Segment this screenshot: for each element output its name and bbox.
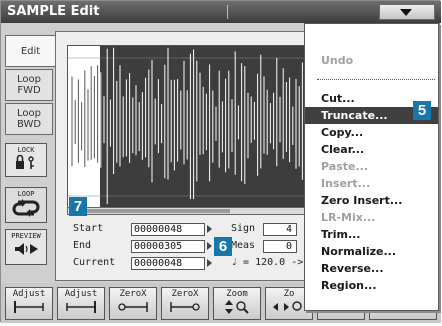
sign-field[interactable]: 4 [263,223,297,236]
zoom-vertical-button[interactable]: Zoom [213,287,261,320]
page-menu-button[interactable] [379,4,435,20]
tab-loop-bwd[interactable]: Loop BWD [5,103,53,135]
menu-item-region[interactable]: Region... [305,277,438,294]
zoom-vertical-label: Zoom [226,289,248,299]
menu-item-zero-insert[interactable]: Zero Insert... [305,192,438,209]
zerox-right-label: ZeroX [171,289,199,299]
menu-item-lr-mix[interactable]: LR-Mix... [305,209,438,226]
current-label: Current [73,257,116,268]
zoom-horizontal-icon [273,301,302,311]
start-field[interactable]: 00000048 [131,223,205,236]
loop-button[interactable]: LOOP [5,187,47,223]
zerox-left-label: ZeroX [119,289,147,299]
end-label: End [73,240,92,251]
waveform-graphic [68,46,306,208]
sample-edit-window: SAMPLE Edit Edit Loop FWD Loop BWD LOCK … [0,0,441,323]
tab-loop-fwd-label: Loop FWD [17,74,41,96]
menu-item-undo[interactable]: Undo [305,52,438,69]
tab-edit-label: Edit [20,46,41,57]
preview-label: PREVIEW [11,232,41,240]
tempo-readout: ♩ = 120.0 -> [231,257,304,268]
bracket-left-icon [14,301,44,313]
current-field[interactable]: 00000048 [131,257,205,270]
tab-loop-bwd-label: Loop BWD [16,108,42,130]
title-bar: SAMPLE Edit [1,1,441,23]
scrollbar-thumb[interactable] [70,209,230,213]
tab-loop-fwd[interactable]: Loop FWD [5,69,53,101]
adjust-right-button[interactable]: Adjust [57,287,105,320]
zerox-right-icon [170,302,200,312]
menu-item-insert[interactable]: Insert... [305,175,438,192]
loop-label: LOOP [17,190,35,198]
sign-label: Sign [231,223,256,234]
callout-badge-7: 7 [69,197,87,216]
adjust-left-label: Adjust [12,289,46,299]
chevron-down-icon [400,9,412,16]
meas-field[interactable]: 0 [263,240,297,253]
waveform-scrollbar[interactable] [67,207,307,215]
adjust-left-button[interactable]: Adjust [5,287,53,320]
adjust-right-label: Adjust [64,289,98,299]
menu-item-normalize[interactable]: Normalize... [305,243,438,260]
current-arrow-icon [207,259,212,267]
callout-badge-6: 6 [214,237,232,256]
menu-item-clear[interactable]: Clear... [305,141,438,158]
end-field[interactable]: 00000305 [131,240,205,253]
bracket-right-icon [66,301,96,313]
menu-item-reverse[interactable]: Reverse... [305,260,438,277]
zerox-right-button[interactable]: ZeroX [161,287,209,320]
menu-item-copy[interactable]: Copy... [305,124,438,141]
zerox-left-icon [118,302,148,312]
edit-command-menu: Undo Cut... Truncate... Copy... Clear...… [304,23,439,311]
callout-badge-5: 5 [413,101,431,120]
tab-edit[interactable]: Edit [5,35,55,67]
preview-button[interactable]: PREVIEW [5,229,47,265]
menu-separator [317,79,435,80]
menu-item-trim[interactable]: Trim... [305,226,438,243]
title-divider [227,5,228,19]
start-label: Start [73,223,104,234]
meas-label: Meas [231,240,256,251]
loop-arrows-icon [12,199,40,217]
end-arrow-icon [207,242,212,250]
menu-item-paste[interactable]: Paste... [305,158,438,175]
window-title: SAMPLE Edit [7,4,100,19]
start-arrow-icon [207,225,212,233]
lock-icon [16,154,34,169]
speaker-play-icon [15,243,38,255]
lock-button[interactable]: LOCK [5,143,47,177]
zoom-vertical-icon [225,300,249,314]
lock-label: LOCK [17,146,35,154]
waveform-display[interactable] [67,45,307,209]
zerox-left-button[interactable]: ZeroX [109,287,157,320]
